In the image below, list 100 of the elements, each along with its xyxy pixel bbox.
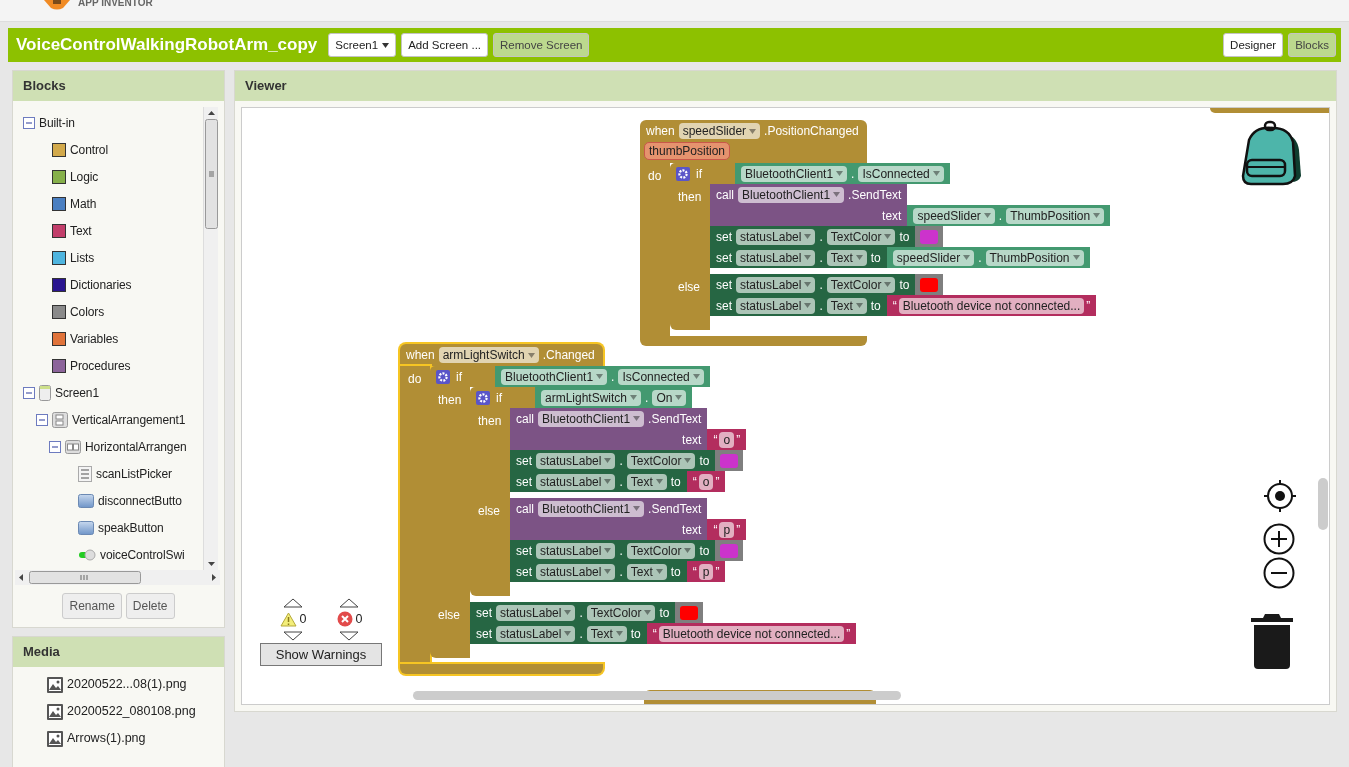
field-dropdown[interactable]: TextColor — [626, 542, 696, 559]
field-dropdown[interactable]: armLightSwitch — [438, 347, 539, 363]
getter-block[interactable]: armLightSwitch . On — [535, 387, 693, 408]
setter-block[interactable]: set statusLabel . TextColor to — [710, 226, 916, 247]
field-dropdown[interactable]: statusLabel — [536, 452, 616, 469]
setter-block[interactable]: set statusLabel . Text to — [710, 247, 887, 268]
field-dropdown[interactable]: BluetoothClient1 — [738, 186, 845, 203]
setter-block[interactable]: set statusLabel . TextColor to — [510, 540, 716, 561]
scrollbar[interactable] — [1318, 478, 1328, 530]
color-block[interactable] — [915, 226, 944, 247]
scrollbar[interactable] — [15, 570, 220, 585]
field-dropdown[interactable]: statusLabel — [736, 276, 816, 293]
field-dropdown[interactable]: TextColor — [826, 276, 896, 293]
field-dropdown[interactable]: statusLabel — [536, 542, 616, 559]
getter-block[interactable]: BluetoothClient1 . IsConnected — [495, 366, 710, 387]
field-dropdown[interactable]: BluetoothClient1 — [741, 165, 848, 182]
text-block[interactable]: “ Bluetooth device not connected... ” — [646, 623, 857, 644]
text-field[interactable]: o — [698, 473, 714, 490]
getter-block[interactable]: BluetoothClient1 . IsConnected — [735, 163, 950, 184]
tree-item[interactable]: Lists — [70, 248, 95, 267]
blocks-workspace[interactable] — [241, 107, 1330, 705]
field-dropdown[interactable]: TextColor — [826, 228, 896, 245]
field-dropdown[interactable]: statusLabel — [736, 228, 816, 245]
tree-item[interactable]: voiceControlSwi — [100, 545, 185, 564]
text-block[interactable]: “ o ” — [707, 429, 747, 450]
setter-block[interactable]: set statusLabel . Text to — [510, 471, 687, 492]
tree-item[interactable]: disconnectButto — [98, 491, 182, 510]
field-dropdown[interactable]: Text — [626, 473, 667, 490]
tree-item[interactable]: VerticalArrangement1 — [72, 410, 186, 429]
getter-block[interactable]: speedSlider . ThumbPosition — [886, 247, 1090, 268]
tree-item[interactable]: Logic — [70, 167, 99, 186]
field-dropdown[interactable]: statusLabel — [536, 563, 616, 580]
field-dropdown[interactable]: ThumbPosition — [1006, 207, 1105, 224]
view-tab[interactable]: Blocks — [1288, 33, 1336, 57]
text-field[interactable]: p — [719, 521, 735, 538]
call-block[interactable]: call BluetoothClient1 .SendText — [510, 498, 708, 519]
color-block[interactable] — [915, 274, 944, 295]
field-dropdown[interactable]: BluetoothClient1 — [538, 410, 645, 427]
screen-dropdown[interactable]: Screen1 — [328, 33, 397, 57]
field-dropdown[interactable]: TextColor — [586, 604, 656, 621]
scrollbar[interactable] — [203, 107, 218, 570]
field-dropdown[interactable]: armLightSwitch — [541, 389, 642, 406]
field-dropdown[interactable]: statusLabel — [536, 473, 616, 490]
color-swatch[interactable] — [920, 277, 939, 292]
panel-button[interactable]: Delete — [125, 593, 175, 619]
text-field[interactable]: p — [698, 563, 714, 580]
tree-item[interactable]: Text — [70, 221, 92, 240]
tree-item[interactable]: scanListPicker — [96, 464, 172, 483]
getter-block[interactable]: speedSlider . ThumbPosition — [907, 205, 1111, 226]
tree-item[interactable]: HorizontalArrangen — [85, 437, 187, 456]
field-dropdown[interactable]: IsConnected — [618, 368, 704, 385]
tree-item[interactable]: Math — [70, 194, 97, 213]
field-dropdown[interactable]: Text — [826, 249, 867, 266]
toolbar-button[interactable]: Add Screen ... — [401, 33, 488, 57]
text-block[interactable]: “ o ” — [686, 471, 726, 492]
field-dropdown[interactable]: On — [652, 389, 687, 406]
color-swatch[interactable] — [920, 229, 939, 244]
setter-block[interactable]: set statusLabel . TextColor to — [470, 602, 676, 623]
field-dropdown[interactable]: statusLabel — [496, 604, 576, 621]
text-block[interactable]: “ p ” — [686, 561, 726, 582]
setter-block[interactable]: set statusLabel . TextColor to — [710, 274, 916, 295]
field-dropdown[interactable]: statusLabel — [496, 625, 576, 642]
color-block[interactable] — [715, 540, 744, 561]
field-dropdown[interactable]: statusLabel — [736, 249, 816, 266]
field-dropdown[interactable]: TextColor — [626, 452, 696, 469]
text-block[interactable]: “ p ” — [707, 519, 747, 540]
tree-item[interactable]: Screen1 — [55, 383, 99, 402]
scrollbar[interactable] — [413, 691, 901, 700]
text-field[interactable]: Bluetooth device not connected... — [898, 297, 1085, 314]
color-swatch[interactable] — [720, 543, 739, 558]
event-block[interactable]: when speedSlider .PositionChanged thumbPosition — [640, 120, 867, 163]
down-arrow-icon[interactable] — [283, 630, 303, 641]
text-field[interactable]: Bluetooth device not connected... — [658, 625, 845, 642]
field-dropdown[interactable]: Text — [586, 625, 627, 642]
target-icon[interactable] — [1263, 479, 1297, 513]
trash-icon[interactable] — [1250, 614, 1294, 670]
collapse-icon[interactable] — [23, 386, 35, 399]
field-dropdown[interactable]: Text — [626, 563, 667, 580]
collapse-icon[interactable] — [49, 440, 61, 453]
setter-block[interactable]: set statusLabel . Text to — [510, 561, 687, 582]
collapse-icon[interactable] — [36, 413, 48, 426]
up-arrow-icon[interactable] — [339, 598, 360, 608]
tree-item[interactable]: Dictionaries — [70, 275, 132, 294]
view-tab[interactable]: Designer — [1223, 33, 1284, 57]
color-swatch[interactable] — [720, 453, 739, 468]
parameter-field[interactable]: thumbPosition — [644, 142, 731, 160]
media-item[interactable]: 20200522_080108.png — [67, 702, 196, 721]
collapse-icon[interactable] — [23, 116, 35, 129]
media-item[interactable]: Arrows(1).png — [67, 729, 146, 748]
setter-block[interactable]: set statusLabel . Text to — [470, 623, 647, 644]
color-swatch[interactable] — [680, 605, 699, 620]
tree-item[interactable]: Procedures — [70, 356, 131, 375]
call-block[interactable]: call BluetoothClient1 .SendText — [510, 408, 708, 429]
setter-block[interactable]: set statusLabel . Text to — [710, 295, 887, 316]
field-dropdown[interactable]: statusLabel — [736, 297, 816, 314]
field-dropdown[interactable]: IsConnected — [858, 165, 944, 182]
panel-button[interactable]: Rename — [62, 593, 122, 619]
call-block[interactable]: call BluetoothClient1 .SendText — [710, 184, 908, 205]
media-item[interactable]: 20200522...08(1).png — [67, 675, 187, 694]
color-block[interactable] — [675, 602, 704, 623]
